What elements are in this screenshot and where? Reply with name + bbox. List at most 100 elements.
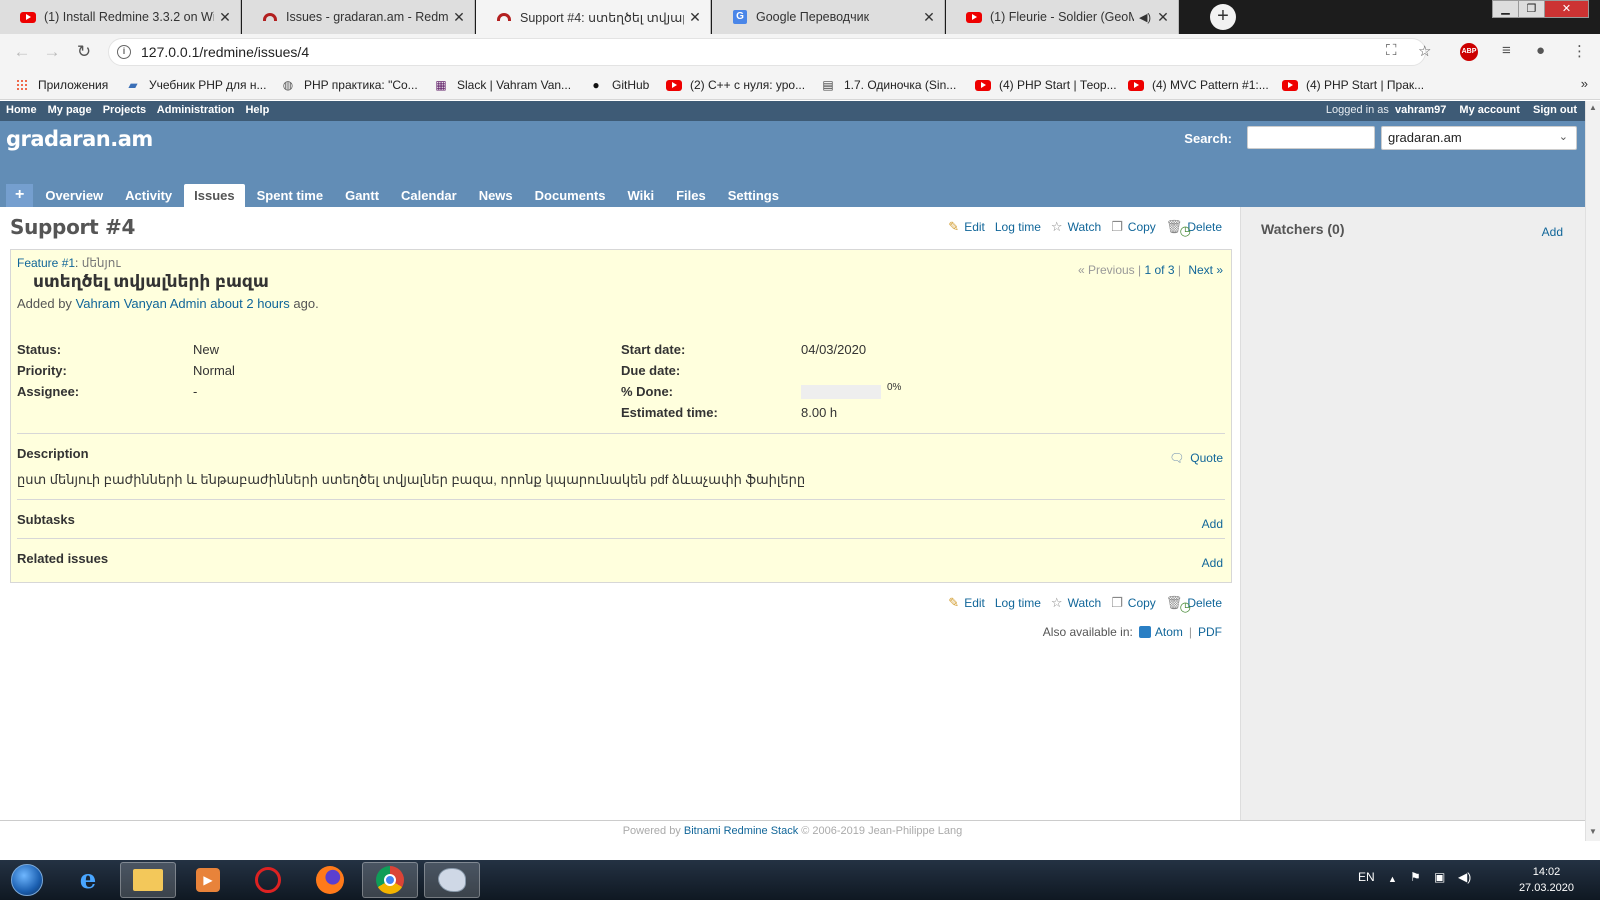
back-icon[interactable]: ← [12, 42, 32, 62]
adblock-icon[interactable]: ABP [1460, 43, 1478, 61]
top-menu-my-page[interactable]: My page [48, 104, 92, 116]
more-bookmarks-icon[interactable]: » [1581, 76, 1588, 91]
close-tab-icon[interactable]: ✕ [688, 9, 702, 26]
tab-news[interactable]: News [469, 184, 523, 207]
browser-menu-icon[interactable]: ⋮ [1572, 42, 1587, 62]
tab-spent-time[interactable]: Spent time [247, 184, 333, 207]
tab-overview[interactable]: Overview [35, 184, 113, 207]
search-input[interactable] [1247, 126, 1375, 149]
sign-out-link[interactable]: Sign out [1533, 104, 1577, 116]
tab-activity[interactable]: Activity [115, 184, 182, 207]
copy-link[interactable]: ❐ Copy [1111, 219, 1156, 235]
time-ago-link[interactable]: about 2 hours [210, 296, 290, 311]
project-jump-select[interactable]: gradaran.am ⌄ [1381, 126, 1577, 150]
internet-explorer-button[interactable]: e [60, 862, 116, 898]
browser-tab[interactable]: G Google Переводчик ✕ [712, 0, 945, 34]
system-clock[interactable]: 14:02 27.03.2020 [1519, 864, 1574, 896]
new-object-button[interactable]: + [6, 184, 34, 207]
maximize-window-button[interactable]: ❐ [1518, 0, 1545, 18]
close-tab-icon[interactable]: ✕ [922, 9, 936, 26]
my-account-link[interactable]: My account [1459, 104, 1520, 116]
media-control-icon[interactable]: ≡ [1502, 42, 1511, 62]
parent-issue-link[interactable]: Feature #1 [17, 256, 75, 270]
quote-link[interactable]: 🗨︎ Quote [1169, 451, 1223, 465]
speaker-icon[interactable]: ◀) [1138, 11, 1152, 24]
browser-tab[interactable]: Issues - gradaran.am - Redmine ✕ [242, 0, 475, 34]
minimize-window-button[interactable]: ▁ [1492, 0, 1519, 18]
previous-link[interactable]: « Previous [1078, 263, 1135, 277]
add-watcher-link[interactable]: Add [1542, 225, 1563, 239]
bookmark-item[interactable]: ● GitHub [588, 76, 649, 94]
project-title[interactable]: gradaran.am [6, 127, 153, 151]
bookmark-item[interactable]: ◍ PHP практика: "Со... [280, 76, 418, 94]
show-hidden-icons-icon[interactable]: ▲ [1388, 874, 1397, 884]
bookmark-item[interactable]: ▰ Учебник PHP для н... [125, 76, 266, 94]
close-tab-icon[interactable]: ✕ [452, 9, 466, 26]
browser-tab[interactable]: (1) Install Redmine 3.3.2 on Wind ✕ [0, 0, 241, 34]
bookmark-item[interactable]: (4) PHP Start | Прак... [1282, 76, 1424, 94]
tab-files[interactable]: Files [666, 184, 716, 207]
log-time-link[interactable]: ◷ Log time [995, 220, 1191, 238]
tab-issues[interactable]: Issues [184, 184, 245, 207]
tab-wiki[interactable]: Wiki [617, 184, 664, 207]
atom-link[interactable]: Atom [1155, 625, 1183, 639]
log-time-link[interactable]: ◷ Log time [995, 596, 1191, 614]
logged-in-user[interactable]: vahram97 [1395, 104, 1446, 116]
position-link[interactable]: 1 of 3 [1144, 263, 1174, 277]
paint-button[interactable] [424, 862, 480, 898]
site-info-icon[interactable]: i [117, 45, 131, 59]
bookmark-star-icon[interactable]: ☆ [1418, 42, 1431, 62]
volume-icon[interactable]: ◀) [1458, 870, 1471, 884]
author-link[interactable]: Vahram Vanyan Admin [76, 296, 207, 311]
tab-settings[interactable]: Settings [718, 184, 789, 207]
language-indicator[interactable]: EN [1358, 870, 1375, 884]
flag-icon[interactable]: ⚑ [1410, 870, 1421, 884]
bookmark-apps[interactable]: Приложения [14, 76, 108, 94]
bookmark-item[interactable]: (4) PHP Start | Теор... [975, 76, 1117, 94]
delete-link[interactable]: 🗑︎ Delete [1166, 219, 1222, 235]
start-button[interactable] [0, 862, 54, 898]
media-player-button[interactable]: ▶ [180, 862, 236, 898]
edit-link[interactable]: ✎ Edit [948, 219, 985, 235]
tab-documents[interactable]: Documents [525, 184, 616, 207]
add-related-issue-link[interactable]: Add [1202, 556, 1223, 570]
app-button[interactable] [240, 862, 296, 898]
scroll-up-icon[interactable]: ▲ [1589, 103, 1597, 112]
firefox-button[interactable] [302, 862, 358, 898]
close-tab-icon[interactable]: ✕ [1156, 9, 1170, 26]
bookmark-item[interactable]: (4) MVC Pattern #1:... [1128, 76, 1269, 94]
bookmark-item[interactable]: ▤ 1.7. Одиночка (Sin... [820, 76, 956, 94]
bookmark-item[interactable]: (2) C++ с нуля: уро... [666, 76, 805, 94]
pdf-link[interactable]: PDF [1198, 625, 1222, 639]
delete-link[interactable]: 🗑︎ Delete [1166, 595, 1222, 611]
add-subtask-link[interactable]: Add [1202, 517, 1223, 531]
close-tab-icon[interactable]: ✕ [218, 9, 232, 26]
edit-link[interactable]: ✎ Edit [948, 595, 985, 611]
address-bar[interactable]: i 127.0.0.1/redmine/issues/4 [108, 38, 1426, 66]
watch-link[interactable]: ☆ Watch [1051, 595, 1101, 611]
scroll-down-icon[interactable]: ▼ [1589, 827, 1597, 836]
chrome-button[interactable] [362, 862, 418, 898]
close-window-button[interactable]: ✕ [1544, 0, 1589, 18]
copy-link[interactable]: ❐ Copy [1111, 595, 1156, 611]
browser-tab[interactable]: (1) Fleurie - Soldier (GeoM Re ◀) ✕ [946, 0, 1179, 34]
bitnami-stack-link[interactable]: Bitnami Redmine Stack [684, 825, 798, 837]
browser-tab-active[interactable]: Support #4: ստեղծել տվյալների ✕ [476, 0, 711, 34]
top-menu-administration[interactable]: Administration [157, 104, 235, 116]
reload-icon[interactable]: ↻ [74, 42, 94, 62]
bookmark-item[interactable]: ▦ Slack | Vahram Van... [433, 76, 571, 94]
top-menu-home[interactable]: Home [6, 104, 37, 116]
next-link[interactable]: Next » [1188, 263, 1223, 277]
tab-calendar[interactable]: Calendar [391, 184, 467, 207]
profile-avatar-icon[interactable]: ● [1536, 42, 1545, 62]
page-scrollbar[interactable]: ▲ ▼ [1585, 101, 1600, 841]
new-tab-button[interactable]: + [1210, 4, 1236, 30]
explorer-button[interactable] [120, 862, 176, 898]
watch-link[interactable]: ☆ Watch [1051, 219, 1101, 235]
top-menu-help[interactable]: Help [245, 104, 269, 116]
network-icon[interactable]: ▣ [1434, 870, 1445, 884]
forward-icon[interactable]: → [42, 42, 62, 62]
top-menu-projects[interactable]: Projects [103, 104, 146, 116]
translate-icon[interactable]: ⛶ [1386, 42, 1397, 62]
tab-gantt[interactable]: Gantt [335, 184, 389, 207]
